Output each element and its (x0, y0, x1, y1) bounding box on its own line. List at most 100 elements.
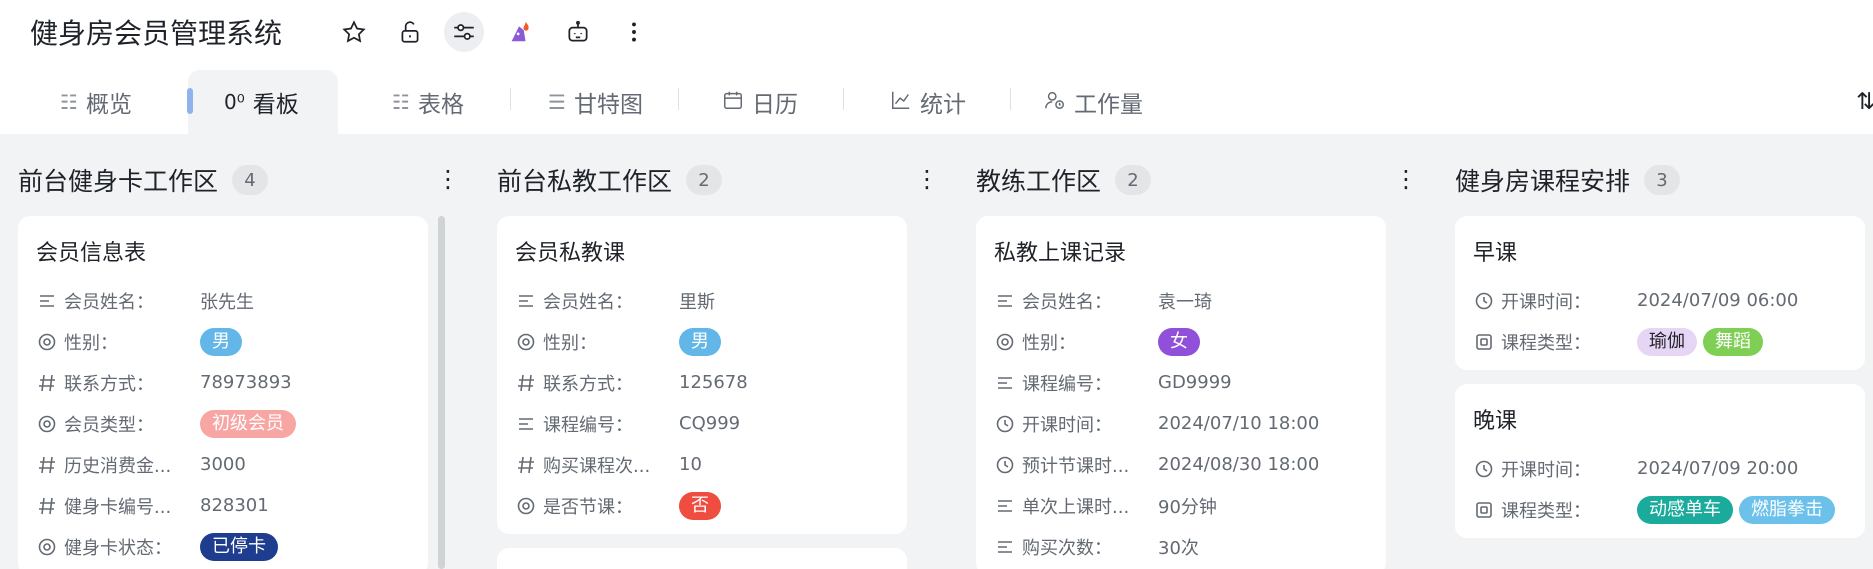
datetime-icon (1473, 458, 1495, 480)
card-field: 是否节课： 否 (515, 485, 907, 526)
field-value: 90分钟 (1158, 496, 1217, 518)
kanban-card[interactable]: 私教上课记录 会员姓名： 袁一琦 性别： 女课程编号： GD9999 开课时间： 2024/0… (976, 216, 1386, 569)
field-label: 会员姓名： (64, 291, 154, 313)
tab-divider (510, 88, 511, 110)
kanban-card[interactable]: 会员信息表 会员姓名： 张先生 性别： 男联系方式： 78973893 会员类型： 初级会员历… (18, 216, 428, 569)
number-field-icon (36, 454, 58, 476)
card-field: 课程编号： CQ999 (515, 403, 907, 444)
number-field-icon (515, 372, 537, 394)
tab-workload[interactable]: 工作量 (1044, 70, 1143, 134)
tab-kanban[interactable]: 0⁰ 看板 (188, 70, 338, 134)
star-icon[interactable] (334, 12, 374, 52)
field-value: 125678 (679, 372, 748, 393)
column-header: 健身房课程安排 3 (1455, 162, 1681, 198)
field-label: 购买次数： (1022, 537, 1112, 559)
chart-icon (890, 89, 912, 116)
sort-icon[interactable]: ⇅ (1856, 70, 1873, 134)
single-select-icon (36, 536, 58, 558)
number-field-icon (36, 372, 58, 394)
tab-overview[interactable]: ☷ 概览 (60, 70, 132, 134)
field-value: 10 (679, 454, 702, 475)
text-field-icon (515, 290, 537, 312)
number-field-icon (36, 495, 58, 517)
field-label: 课程编号： (543, 414, 633, 436)
card-title: 会员信息表 (36, 241, 147, 266)
tab-divider (843, 88, 844, 110)
field-value: 78973893 (200, 372, 292, 393)
field-value: 2024/07/10 18:00 (1158, 413, 1320, 434)
tab-table[interactable]: ☷ 表格 (392, 70, 464, 134)
card-field: 购买次数： 30次 (994, 526, 1386, 567)
card-field: 开课时间： 2024/07/09 06:00 (1473, 280, 1865, 321)
kanban-card[interactable]: 晚课 开课时间： 2024/07/09 20:00 课程类型： 动感单车 燃脂拳击 (1455, 384, 1865, 538)
option-tag: 否 (679, 491, 721, 520)
field-value: CQ999 (679, 413, 741, 434)
field-label: 开课时间： (1501, 291, 1591, 313)
kanban-card[interactable]: 早课 开课时间： 2024/07/09 06:00 课程类型： 瑜伽 舞蹈 (1455, 216, 1865, 370)
single-select-icon (36, 413, 58, 435)
card-field: 性别： 女 (994, 321, 1386, 362)
card-title: 私教上课记录 (994, 241, 1127, 266)
field-value: 828301 (200, 495, 269, 516)
card-field: 性别： 男 (515, 321, 907, 362)
card-field: 购买课程次... 10 (515, 444, 907, 485)
column-scrollbar[interactable] (438, 216, 445, 569)
sliders-icon[interactable] (444, 12, 484, 52)
field-label: 课程类型： (1501, 500, 1591, 522)
field-value: 2024/08/30 18:00 (1158, 454, 1320, 475)
field-label: 联系方式： (64, 373, 154, 395)
column-title: 健身房课程安排 (1455, 167, 1631, 196)
multi-select-icon (1473, 331, 1495, 353)
card-title: 早课 (1473, 241, 1518, 266)
text-field-icon (994, 290, 1016, 312)
single-select-icon (515, 331, 537, 353)
field-label: 开课时间： (1022, 414, 1112, 436)
kanban-card[interactable] (497, 548, 907, 569)
kanban-card[interactable]: 会员私教课 会员姓名： 里斯 性别： 男联系方式： 125678 课程编号： CQ999 购买课… (497, 216, 907, 534)
text-field-icon (994, 495, 1016, 517)
field-label: 性别： (1022, 332, 1076, 354)
text-field-icon (515, 413, 537, 435)
column-more-icon[interactable]: ⋮ (1391, 162, 1421, 196)
app-title: 健身房会员管理系统 (30, 17, 283, 50)
tab-calendar[interactable]: 日历 (722, 70, 798, 134)
datetime-icon (1473, 290, 1495, 312)
field-value: 3000 (200, 454, 246, 475)
field-label: 单次上课时... (1022, 496, 1130, 518)
robot-icon[interactable] (558, 12, 598, 52)
field-label: 预计节课时... (1022, 455, 1130, 477)
field-label: 健身卡编号... (64, 496, 172, 518)
wizard-hat-icon[interactable] (500, 12, 540, 52)
card-field: 课程编号： GD9999 (994, 362, 1386, 403)
list-icon: ☷ (60, 90, 78, 114)
field-label: 课程类型： (1501, 332, 1591, 354)
tab-gantt[interactable]: ☰ 甘特图 (548, 70, 643, 134)
card-title: 晚课 (1473, 409, 1518, 434)
column-header: 教练工作区 2 (976, 162, 1152, 198)
field-label: 购买课程次... (543, 455, 651, 477)
active-tab-indicator (187, 88, 193, 114)
tab-stats[interactable]: 统计 (890, 70, 966, 134)
user-workload-icon (1044, 89, 1066, 116)
card-field: 开课时间： 2024/07/09 20:00 (1473, 448, 1865, 489)
column-more-icon[interactable]: ⋮ (912, 162, 942, 196)
list-icon: ☷ (392, 90, 410, 114)
column-count-badge: 2 (1115, 165, 1152, 195)
field-label: 会员类型： (64, 414, 154, 436)
card-field: 性别： 男 (36, 321, 428, 362)
column-title: 教练工作区 (976, 167, 1102, 196)
view-tabs: ☷ 概览 0⁰ 看板 ☷ 表格 ☰ 甘特图 日历 统计 工作量 ⇅ (0, 70, 1873, 134)
field-label: 联系方式： (543, 373, 633, 395)
more-icon[interactable] (614, 12, 654, 52)
field-label: 健身卡状态： (64, 537, 172, 559)
column-more-icon[interactable]: ⋮ (433, 162, 463, 196)
card-title: 会员私教课 (515, 241, 626, 266)
number-field-icon (515, 454, 537, 476)
calendar-icon (722, 89, 744, 116)
field-value: 30次 (1158, 537, 1199, 559)
text-field-icon (994, 536, 1016, 558)
text-field-icon (994, 372, 1016, 394)
card-field: 单次上课时... 90分钟 (994, 485, 1386, 526)
unlock-icon[interactable] (390, 12, 430, 52)
field-value: 张先生 (200, 291, 254, 313)
